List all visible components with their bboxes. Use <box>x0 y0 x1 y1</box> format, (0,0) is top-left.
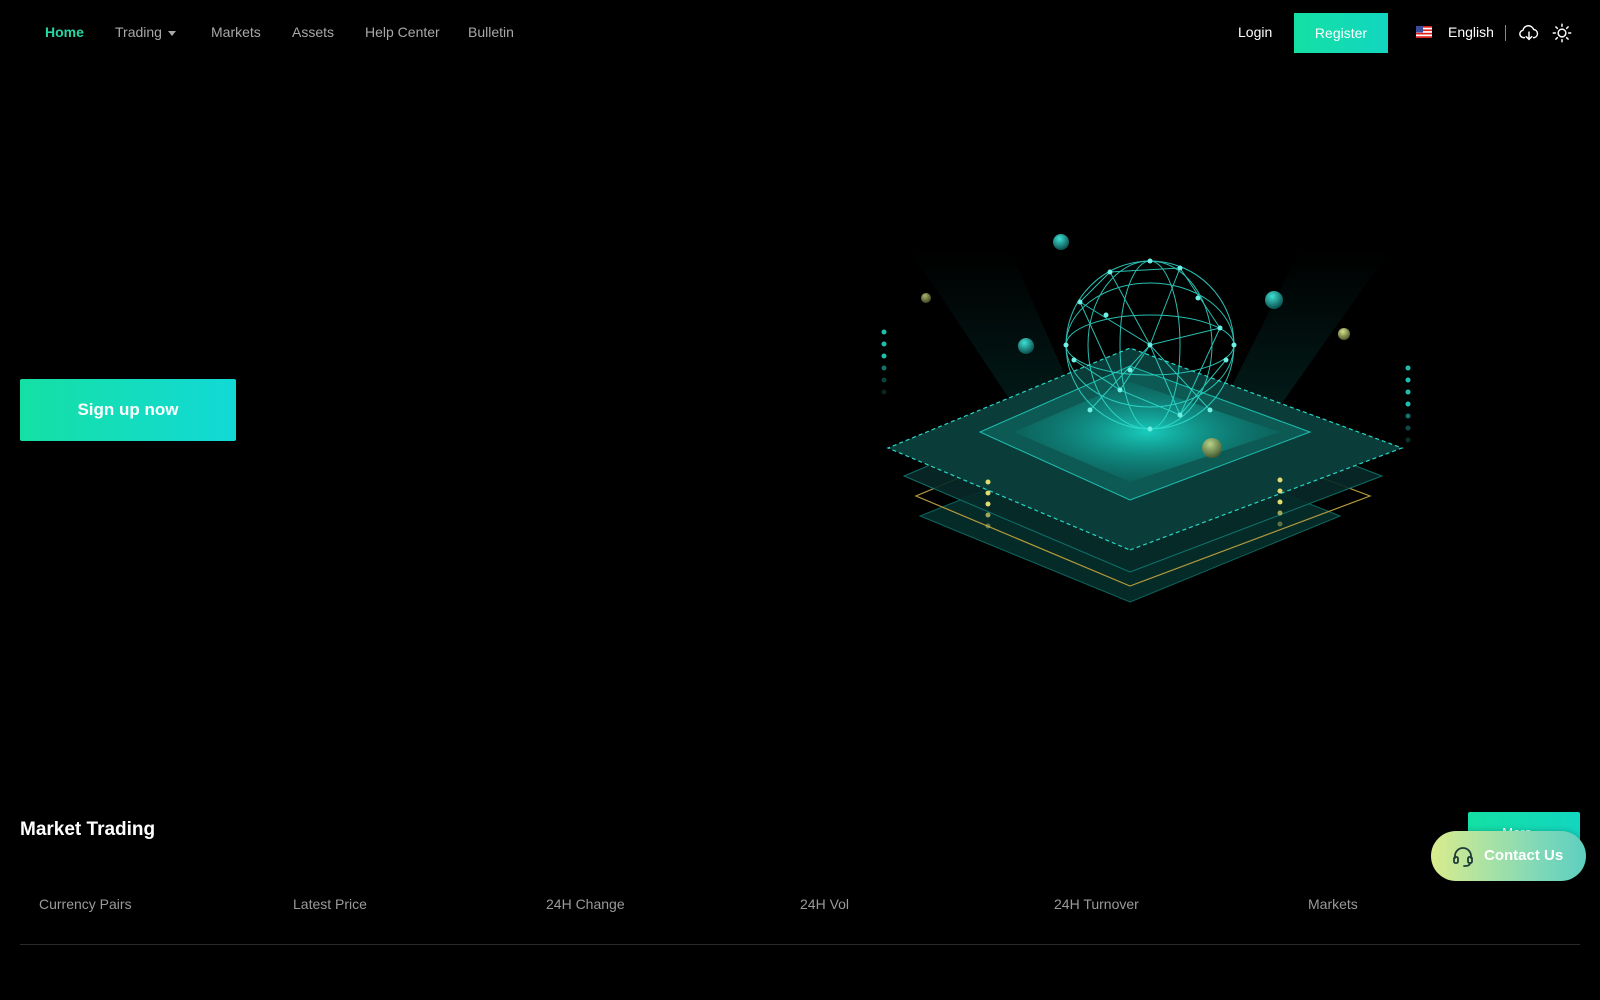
signup-button[interactable]: Sign up now <box>20 379 236 441</box>
top-navigation: Home Trading Markets Assets Help Center … <box>0 0 1600 64</box>
cloud-download-icon[interactable] <box>1518 22 1540 44</box>
column-latest-price: Latest Price <box>293 896 367 912</box>
nav-assets[interactable]: Assets <box>292 24 334 40</box>
nav-divider <box>1505 25 1506 41</box>
contact-us-button[interactable]: Contact Us <box>1431 831 1586 881</box>
language-selector[interactable]: English <box>1448 24 1494 40</box>
nav-trading-label: Trading <box>115 24 162 40</box>
register-button[interactable]: Register <box>1294 13 1388 53</box>
column-24h-change: 24H Change <box>546 896 625 912</box>
contact-us-label: Contact Us <box>1484 847 1564 864</box>
us-flag-icon <box>1416 26 1432 38</box>
nav-home[interactable]: Home <box>45 24 84 40</box>
nav-markets[interactable]: Markets <box>211 24 261 40</box>
column-markets: Markets <box>1308 896 1358 912</box>
column-currency-pairs: Currency Pairs <box>39 896 132 912</box>
column-24h-vol: 24H Vol <box>800 896 850 912</box>
nav-bulletin[interactable]: Bulletin <box>468 24 514 40</box>
chevron-down-icon <box>167 30 176 36</box>
login-link[interactable]: Login <box>1238 24 1272 40</box>
column-24h-turnover: 24H Turnover <box>1054 896 1139 912</box>
headset-icon <box>1453 847 1473 867</box>
market-table-header: Currency Pairs Latest Price 24H Change 2… <box>20 896 1580 945</box>
network-globe-illustration <box>881 234 1411 603</box>
nav-trading[interactable]: Trading <box>115 24 176 40</box>
nav-help-center[interactable]: Help Center <box>365 24 440 40</box>
market-trading-title: Market Trading <box>20 819 156 840</box>
sun-icon[interactable] <box>1551 22 1573 44</box>
